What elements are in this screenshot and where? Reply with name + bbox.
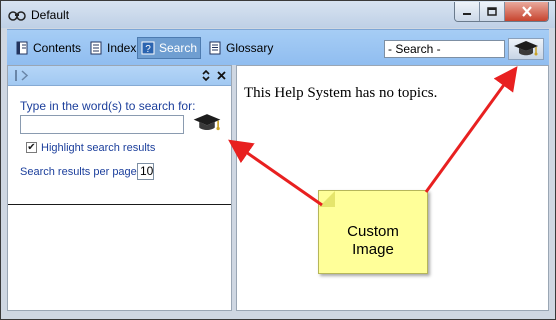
help-window: Default Contents Index ? Search Glossary… [0, 0, 556, 320]
topic-pane: This Help System has no topics. [236, 65, 549, 311]
tab-search-label: Search [159, 41, 198, 55]
search-input[interactable] [20, 115, 184, 134]
pane-header [8, 66, 231, 86]
book-icon [16, 41, 28, 55]
tab-glossary[interactable]: Glossary [205, 37, 276, 59]
results-per-page-input[interactable]: 10 [137, 163, 154, 180]
glossary-icon [209, 41, 221, 55]
maximize-icon [487, 7, 497, 16]
sync-icon[interactable] [201, 70, 211, 81]
tab-contents[interactable]: Contents [12, 37, 84, 59]
tab-index-label: Index [107, 41, 137, 55]
highlight-checkbox[interactable]: ✔ [26, 142, 37, 153]
highlight-label: Highlight search results [41, 142, 156, 154]
results-per-page-label: Search results per page [20, 166, 137, 178]
maximize-button[interactable] [480, 2, 505, 21]
search-submit-button[interactable] [189, 111, 225, 135]
navigation-toolbar: Contents Index ? Search Glossary - Searc… [7, 29, 549, 66]
close-button[interactable] [505, 2, 548, 21]
callout-note: Custom Image [318, 190, 428, 274]
close-icon [521, 6, 532, 17]
minimize-icon [463, 12, 471, 15]
toolbar-search-input[interactable]: - Search - [384, 40, 505, 58]
graduation-cap-icon [193, 114, 221, 131]
window-controls [454, 2, 549, 22]
callout-fold [319, 191, 335, 207]
callout-text: Custom Image [347, 223, 399, 258]
graduation-cap-icon [514, 41, 538, 56]
minimize-button[interactable] [455, 2, 480, 21]
index-icon [90, 41, 102, 55]
svg-text:?: ? [145, 44, 151, 55]
title-bar: Default [1, 1, 555, 28]
search-prompt-label: Type in the word(s) to search for: [20, 99, 196, 113]
toolbar-search-button[interactable] [508, 38, 544, 60]
tab-search[interactable]: ? Search [137, 37, 202, 59]
search-pane: Type in the word(s) to search for: ✔ Hig… [7, 65, 232, 311]
tab-index[interactable]: Index [86, 37, 139, 59]
search-icon: ? [141, 41, 155, 55]
tab-contents-label: Contents [33, 41, 82, 55]
pane-toggle-icon[interactable] [15, 70, 31, 81]
window-title: Default [31, 8, 70, 22]
no-topics-message: This Help System has no topics. [244, 85, 438, 101]
pane-divider [8, 204, 231, 205]
tab-glossary-label: Glossary [226, 41, 274, 55]
pane-close-icon[interactable] [217, 71, 226, 80]
app-icon [8, 11, 26, 21]
